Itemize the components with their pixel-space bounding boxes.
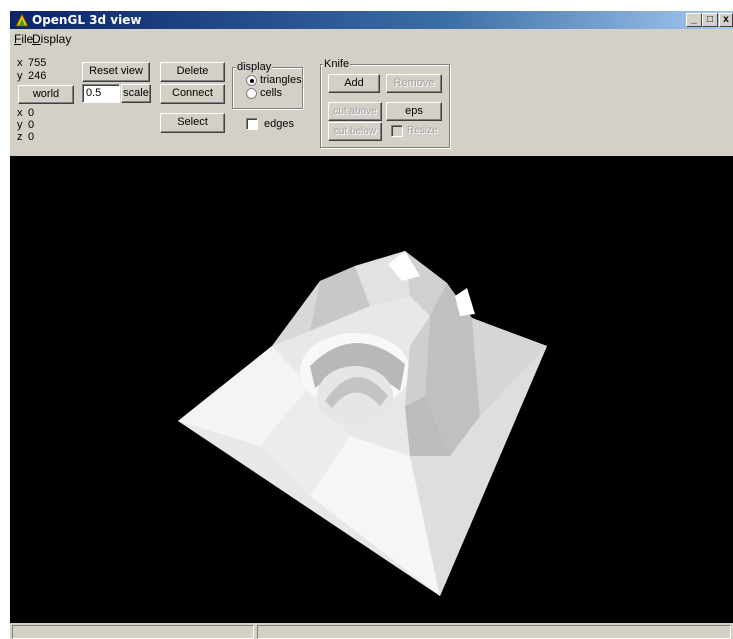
reset-view-button[interactable]: Reset view (82, 62, 150, 82)
delete-button[interactable]: Delete (160, 62, 225, 82)
world-z-label: z (17, 131, 23, 143)
cells-label[interactable]: cells (260, 87, 282, 99)
scale-button[interactable]: scale (121, 84, 151, 103)
scale-input[interactable]: 0.5 (82, 84, 120, 103)
cut-above-button[interactable]: cut above (328, 102, 382, 121)
world-x-value: 0 (28, 107, 35, 119)
window-title: OpenGL 3d view (32, 13, 142, 27)
knife-group-title: Knife (323, 58, 351, 70)
menu-display-label: isplay (40, 32, 72, 46)
world-z-value: 0 (28, 131, 35, 143)
world-y-value: 0 (28, 119, 35, 131)
mouse-y-value: 246 (28, 70, 47, 82)
edges-checkbox[interactable] (246, 118, 258, 130)
mouse-x-value: 755 (28, 57, 47, 69)
world-button[interactable]: world (18, 85, 74, 104)
triangles-label[interactable]: triangles (260, 74, 302, 86)
title-bar[interactable]: OpenGL 3d view _ □ x (10, 11, 733, 29)
status-pane-right (257, 625, 731, 639)
app-icon (14, 12, 30, 28)
opengl-viewport[interactable] (10, 156, 733, 623)
minimize-button[interactable]: _ (686, 13, 702, 27)
edges-label[interactable]: edges (264, 118, 294, 130)
maximize-button[interactable]: □ (702, 13, 718, 27)
resize-label: Resize (407, 125, 438, 136)
menu-display-accelerator: D (32, 32, 41, 46)
resize-checkbox[interactable] (391, 125, 403, 137)
terrain-mesh (178, 251, 547, 596)
status-pane-left (12, 625, 254, 639)
world-y-label: y (17, 119, 23, 131)
select-button[interactable]: Select (160, 113, 225, 133)
cells-radio[interactable] (246, 88, 257, 99)
menu-display[interactable]: Display (32, 32, 71, 46)
mouse-y-label: y (17, 70, 23, 82)
mouse-x-label: x (17, 57, 23, 69)
knife-remove-button[interactable]: Remove (386, 74, 442, 93)
menu-bar: File Display (10, 30, 733, 48)
app-window: OpenGL 3d view _ □ x File Display x 755 … (10, 11, 733, 639)
connect-button[interactable]: Connect (160, 84, 225, 104)
cut-below-button[interactable]: cut below (328, 122, 382, 141)
knife-add-button[interactable]: Add (328, 74, 380, 93)
radio-selected-dot (250, 79, 254, 83)
menu-file[interactable]: File (14, 32, 33, 46)
triangles-radio[interactable] (246, 75, 257, 86)
close-button[interactable]: x (719, 13, 733, 27)
world-x-label: x (17, 107, 23, 119)
status-bar (10, 623, 733, 639)
eps-button[interactable]: eps (386, 102, 442, 121)
display-group-title: display (236, 61, 273, 73)
